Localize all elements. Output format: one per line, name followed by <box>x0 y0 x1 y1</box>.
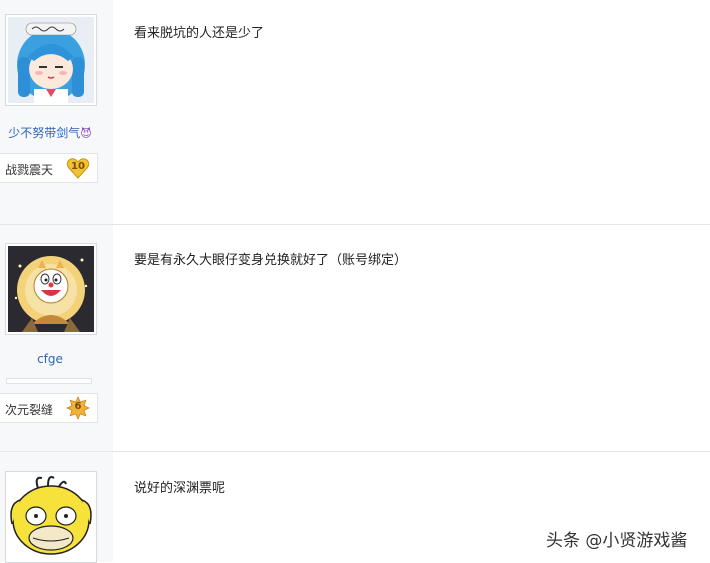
user-avatar[interactable] <box>5 471 97 563</box>
level-title: 战戮震天 <box>5 163 54 177</box>
psyduck-avatar-icon <box>8 474 94 560</box>
post-content: 要是有永久大眼仔变身兑换就好了（账号绑定） <box>134 253 408 268</box>
user-level-box: 次元裂缝 6 <box>0 393 98 423</box>
reply-post-2: cfge 次元裂缝 6 要是有永久大眼仔变身兑换就好了（账号绑定） <box>0 225 710 451</box>
doraemon-moon-avatar-icon <box>8 246 94 332</box>
username-text[interactable]: 少不努带剑气 <box>8 126 80 140</box>
anime-girl-avatar-icon <box>8 17 94 103</box>
user-avatar[interactable] <box>5 243 97 335</box>
experience-progress-bar <box>6 378 92 384</box>
level-number: 6 <box>74 401 82 412</box>
devil-emoji-icon: 😈 <box>80 127 92 140</box>
level-heart-badge-icon: 10 <box>66 156 90 180</box>
user-level-box: 战戮震天 10 <box>0 153 98 183</box>
post-content: 说好的深渊票呢 <box>134 481 226 496</box>
post-content: 看来脱坑的人还是少了 <box>134 26 265 41</box>
reply-post-1: 少不努带剑气😈 战戮震天 10 看来脱坑的人还是少了 <box>0 0 710 224</box>
user-avatar[interactable] <box>5 14 97 106</box>
level-title: 次元裂缝 <box>5 403 54 417</box>
level-star-badge-icon: 6 <box>66 396 90 420</box>
watermark: 头条 @小贤游戏酱 <box>546 531 688 551</box>
level-number: 10 <box>71 161 85 172</box>
username[interactable]: cfge <box>0 352 100 366</box>
username[interactable]: 少不努带剑气😈 <box>0 124 100 141</box>
